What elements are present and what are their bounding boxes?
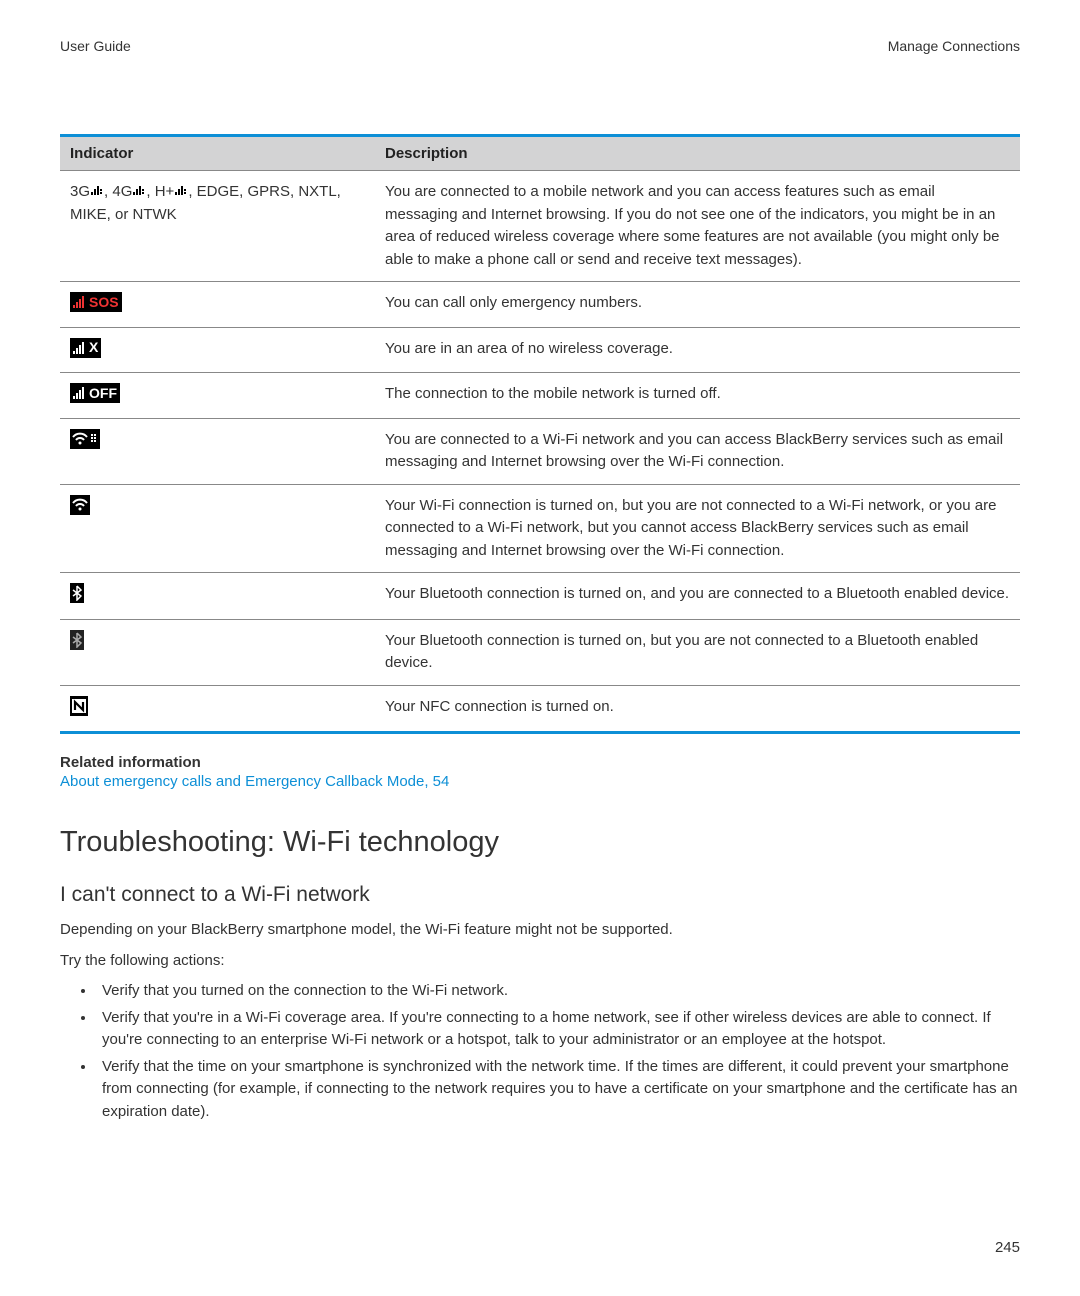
- table-header-indicator: Indicator: [60, 136, 375, 171]
- table-row: Your Bluetooth connection is turned on, …: [60, 619, 1020, 685]
- troubleshooting-para2: Try the following actions:: [60, 950, 1020, 973]
- header-right: Manage Connections: [888, 38, 1020, 54]
- signal-bars-icon: [132, 181, 146, 204]
- description-cell: You are connected to a Wi-Fi network and…: [375, 418, 1020, 484]
- network-suffix: , EDGE, GPRS, NXTL, MIKE, or NTWK: [70, 183, 341, 223]
- wifi-connected-icon: [70, 429, 100, 449]
- network-prefix: H+: [155, 183, 175, 200]
- description-cell: You are in an area of no wireless covera…: [375, 327, 1020, 373]
- indicator-cell: [60, 685, 375, 733]
- table-row: OFF The connection to the mobile network …: [60, 373, 1020, 419]
- description-cell: The connection to the mobile network is …: [375, 373, 1020, 419]
- signal-bars-icon: [90, 181, 104, 204]
- troubleshooting-title: Troubleshooting: Wi-Fi technology: [60, 826, 1020, 859]
- table-row: You are connected to a Wi-Fi network and…: [60, 418, 1020, 484]
- description-cell: You can call only emergency numbers.: [375, 282, 1020, 328]
- table-row: X You are in an area of no wireless cover…: [60, 327, 1020, 373]
- bluetooth-on-icon: [70, 630, 84, 650]
- signal-bars-icon: [174, 181, 188, 204]
- table-row: 3G, 4G, H+, EDGE, GPRS, NXTL, MIKE, or N…: [60, 171, 1020, 282]
- list-item: Verify that the time on your smartphone …: [96, 1056, 1020, 1124]
- table-row: SOS You can call only emergency numbers.: [60, 282, 1020, 328]
- description-cell: Your NFC connection is turned on.: [375, 685, 1020, 733]
- troubleshooting-subtitle: I can't connect to a Wi-Fi network: [60, 883, 1020, 907]
- table-header-description: Description: [375, 136, 1020, 171]
- indicator-cell: X: [60, 327, 375, 373]
- wifi-on-icon: [70, 495, 90, 515]
- related-info-link[interactable]: About emergency calls and Emergency Call…: [60, 773, 1020, 790]
- indicators-table: Indicator Description 3G, 4G, H+, EDGE, …: [60, 134, 1020, 734]
- list-item: Verify that you're in a Wi-Fi coverage a…: [96, 1007, 1020, 1052]
- indicator-cell: [60, 418, 375, 484]
- network-labels: 3G, 4G, H+, EDGE, GPRS, NXTL, MIKE, or N…: [70, 183, 341, 223]
- page-number: 245: [995, 1239, 1020, 1256]
- related-info-heading: Related information: [60, 754, 1020, 771]
- signal-sos-icon: SOS: [70, 292, 122, 312]
- list-item: Verify that you turned on the connection…: [96, 980, 1020, 1003]
- table-row: Your Wi-Fi connection is turned on, but …: [60, 484, 1020, 573]
- network-prefix: 4G: [112, 183, 132, 200]
- signal-off-icon: OFF: [70, 383, 120, 403]
- indicator-cell: SOS: [60, 282, 375, 328]
- troubleshooting-actions: Verify that you turned on the connection…: [60, 980, 1020, 1123]
- nfc-icon: [70, 696, 88, 716]
- indicator-cell: 3G, 4G, H+, EDGE, GPRS, NXTL, MIKE, or N…: [60, 171, 375, 282]
- description-cell: Your Bluetooth connection is turned on, …: [375, 573, 1020, 620]
- indicator-cell: [60, 573, 375, 620]
- page-header: User Guide Manage Connections: [60, 38, 1020, 54]
- bluetooth-connected-icon: [70, 583, 84, 603]
- troubleshooting-para1: Depending on your BlackBerry smartphone …: [60, 919, 1020, 942]
- header-left: User Guide: [60, 38, 131, 54]
- description-cell: You are connected to a mobile network an…: [375, 171, 1020, 282]
- description-cell: Your Bluetooth connection is turned on, …: [375, 619, 1020, 685]
- signal-x-icon: X: [70, 338, 101, 358]
- indicator-cell: OFF: [60, 373, 375, 419]
- network-prefix: 3G: [70, 183, 90, 200]
- indicator-cell: [60, 484, 375, 573]
- indicator-cell: [60, 619, 375, 685]
- table-row: Your NFC connection is turned on.: [60, 685, 1020, 733]
- table-row: Your Bluetooth connection is turned on, …: [60, 573, 1020, 620]
- description-cell: Your Wi-Fi connection is turned on, but …: [375, 484, 1020, 573]
